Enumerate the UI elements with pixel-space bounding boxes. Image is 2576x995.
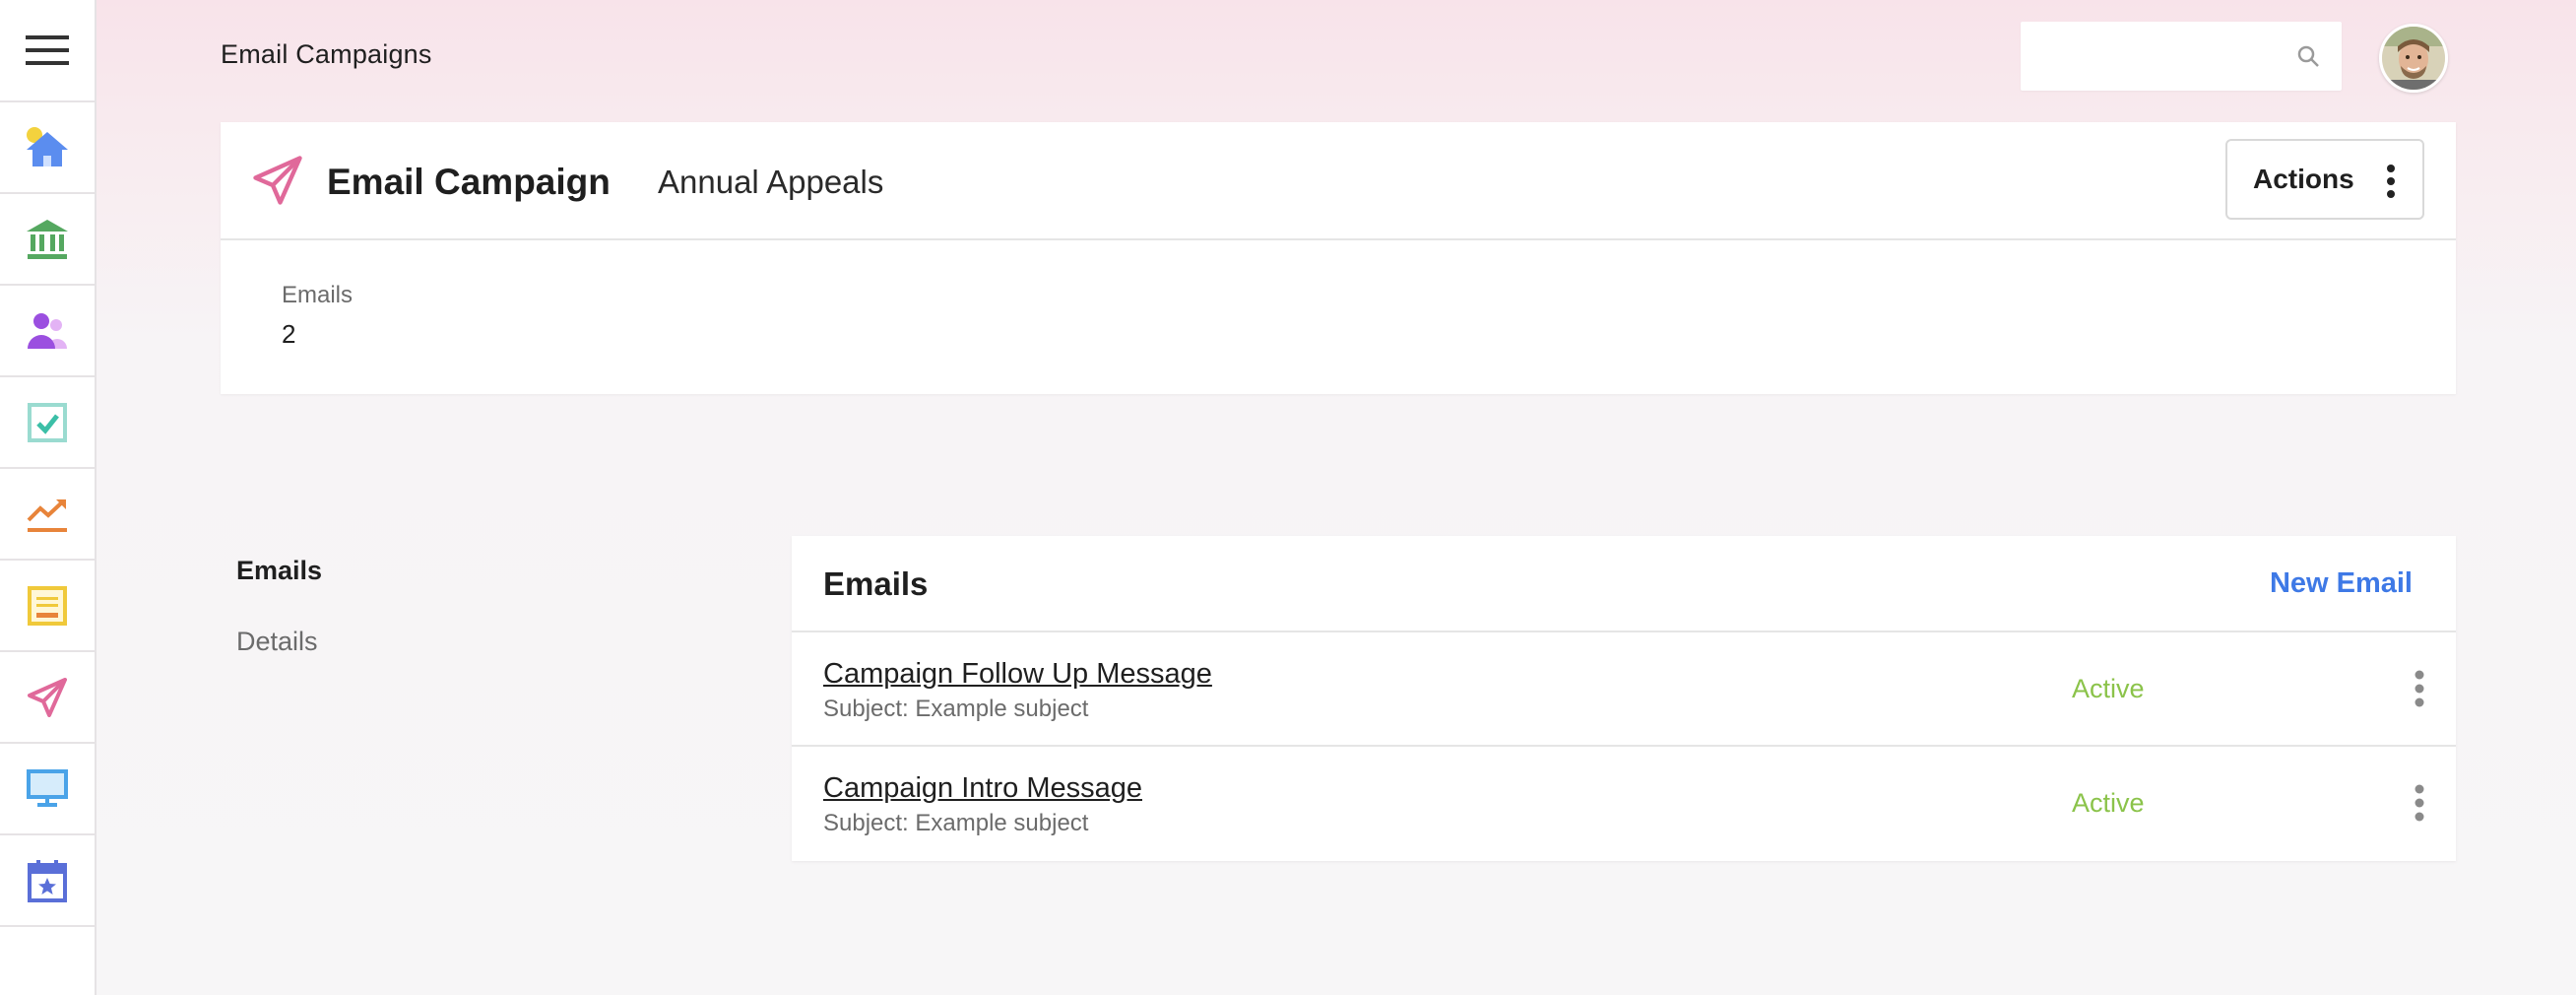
user-avatar[interactable] (2379, 24, 2448, 93)
actions-button[interactable]: Actions (2225, 139, 2424, 220)
sidebar-item-documents[interactable] (0, 561, 95, 652)
more-vertical-icon[interactable] (2415, 784, 2424, 822)
page-title: Email Campaigns (221, 39, 432, 69)
email-row: Campaign Intro Message Subject: Example … (792, 747, 2456, 859)
email-name-link[interactable]: Campaign Intro Message (823, 772, 1142, 805)
email-subject: Subject: Example subject (823, 696, 1089, 722)
campaign-name: Annual Appeals (658, 164, 884, 200)
trend-icon (27, 498, 67, 532)
search-box[interactable] (2021, 22, 2342, 91)
sidebar-item-organizations[interactable] (0, 194, 95, 286)
paper-plane-icon (28, 677, 67, 717)
status-badge: Active (2072, 674, 2145, 703)
checkbox-icon (28, 402, 67, 442)
more-vertical-icon[interactable] (2415, 670, 2424, 707)
calendar-icon (28, 859, 67, 902)
new-email-button[interactable]: New Email (2270, 567, 2413, 600)
home-icon (27, 126, 68, 166)
emails-card-header: Emails New Email (792, 536, 2456, 632)
sidebar-item-home[interactable] (0, 102, 95, 194)
sidebar-item-email-campaigns[interactable] (0, 652, 95, 744)
email-name-link[interactable]: Campaign Follow Up Message (823, 658, 1212, 691)
subnav-details[interactable]: Details (236, 627, 318, 657)
document-icon (28, 585, 67, 626)
sidebar-item-website[interactable] (0, 744, 95, 835)
sidebar (0, 0, 97, 995)
avatar-image (2382, 27, 2445, 90)
campaign-header: Email Campaign Annual Appeals Actions (221, 122, 2456, 240)
actions-label: Actions (2253, 164, 2354, 194)
more-vertical-icon (2387, 165, 2395, 198)
people-icon (28, 312, 67, 349)
emails-card-title: Emails (823, 565, 929, 602)
email-row: Campaign Follow Up Message Subject: Exam… (792, 632, 2456, 747)
email-subject: Subject: Example subject (823, 810, 1089, 836)
search-icon[interactable] (2296, 44, 2320, 68)
emails-stat-label: Emails (282, 282, 354, 308)
sidebar-item-reports[interactable] (0, 469, 95, 561)
sidebar-item-events[interactable] (0, 835, 95, 927)
sidebar-item-people[interactable] (0, 286, 95, 377)
subnav-emails[interactable]: Emails (236, 556, 322, 586)
monitor-icon (27, 768, 68, 807)
status-badge: Active (2072, 788, 2145, 818)
campaign-type-title: Email Campaign (327, 162, 611, 202)
menu-button[interactable] (0, 0, 95, 102)
paper-plane-icon (253, 156, 302, 205)
bank-icon (27, 219, 68, 259)
sidebar-item-tasks[interactable] (0, 377, 95, 469)
campaign-header-card: Email Campaign Annual Appeals Actions Em… (221, 122, 2456, 394)
hamburger-icon (26, 35, 69, 65)
emails-stat-value: 2 (282, 319, 296, 349)
emails-card: Emails New Email Campaign Follow Up Mess… (792, 536, 2456, 861)
search-input[interactable] (2021, 22, 2296, 91)
